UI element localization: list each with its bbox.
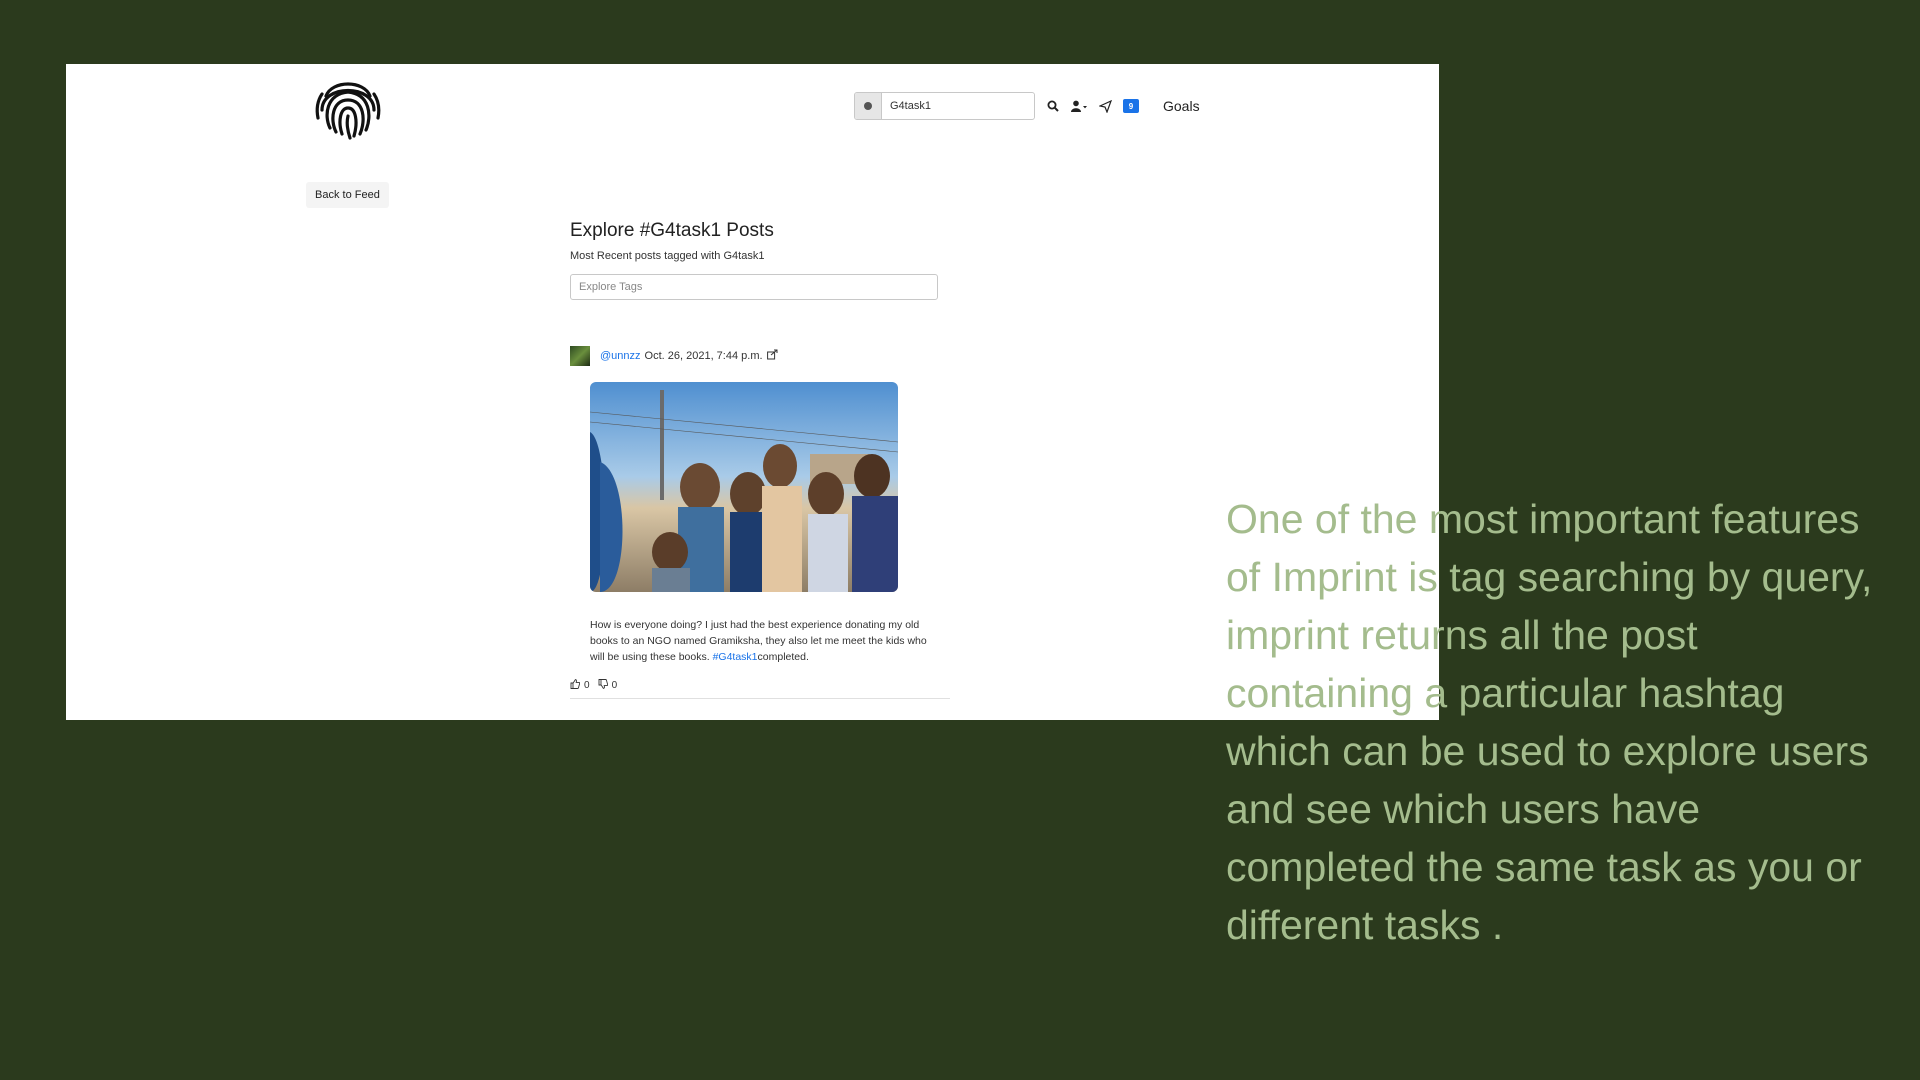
avatar[interactable]	[570, 346, 590, 366]
post-text-end: completed.	[757, 651, 809, 663]
dislikes-count: 0	[611, 680, 618, 691]
post-body: How is everyone doing? I just had the be…	[590, 617, 930, 665]
post-username[interactable]: @unnzz	[600, 350, 641, 362]
search-input[interactable]	[882, 94, 1034, 118]
post-timestamp: Oct. 26, 2021, 7:44 p.m.	[644, 350, 763, 362]
search-filter-icon[interactable]	[855, 93, 882, 119]
page-title: Explore #G4task1 Posts	[570, 220, 774, 241]
post-header: @unnzz Oct. 26, 2021, 7:44 p.m.	[570, 346, 960, 366]
fingerprint-icon[interactable]	[312, 70, 384, 142]
search-bar	[854, 92, 1035, 120]
notification-badge[interactable]: 9	[1123, 99, 1139, 113]
likes-count: 0	[584, 680, 590, 691]
top-nav: 9 Goals	[854, 92, 1200, 120]
share-icon[interactable]	[766, 349, 779, 363]
thumbs-up-icon[interactable]	[570, 679, 581, 692]
post-photo	[589, 382, 899, 592]
thumbs-down-icon[interactable]	[598, 679, 608, 692]
post-hashtag-link[interactable]: #G4task1	[713, 651, 758, 663]
goals-link[interactable]: Goals	[1163, 98, 1200, 114]
explore-section: Explore #G4task1 Posts Most Recent posts…	[570, 220, 950, 300]
user-menu-icon[interactable]	[1071, 98, 1087, 114]
search-icon[interactable]	[1045, 98, 1061, 114]
post-reactions: 0 0	[570, 679, 960, 692]
post-card: @unnzz Oct. 26, 2021, 7:44 p.m. How is e…	[570, 346, 960, 699]
back-to-feed-button[interactable]: Back to Feed	[306, 182, 389, 208]
explore-tags-input[interactable]	[570, 274, 938, 300]
feature-caption: One of the most important features of Im…	[1226, 496, 1873, 948]
send-icon[interactable]	[1097, 98, 1113, 114]
post-divider	[570, 698, 950, 699]
page-subtitle: Most Recent posts tagged with G4task1	[570, 250, 765, 262]
